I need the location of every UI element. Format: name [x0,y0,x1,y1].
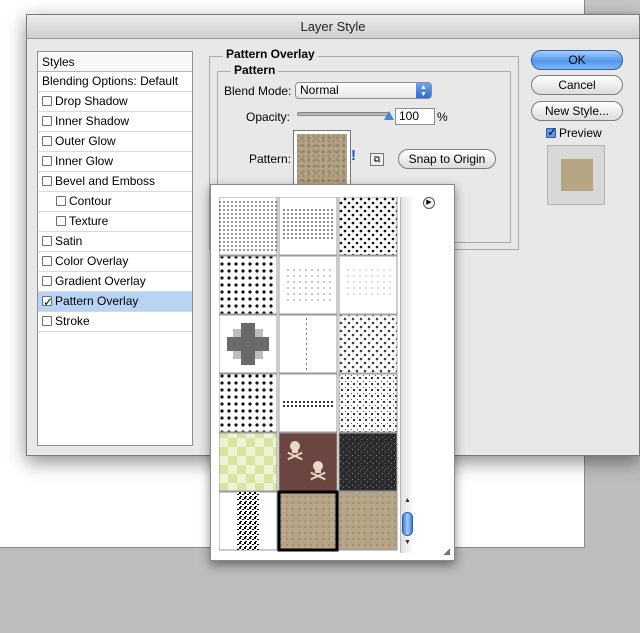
styles-header[interactable]: Styles [38,52,192,72]
snap-to-origin-button[interactable]: Snap to Origin [398,149,496,169]
styles-list: Styles Blending Options: Default Drop Sha… [37,51,193,446]
style-preview [547,145,605,205]
scroll-thumb[interactable] [402,512,413,536]
preview-checkbox[interactable] [546,125,557,139]
style-label: Contour [69,194,112,208]
style-checkbox[interactable] [42,176,52,186]
style-preview-thumbnail [561,159,593,191]
style-row[interactable]: Drop Shadow [38,92,192,112]
style-checkbox[interactable] [42,316,52,326]
pattern-tile[interactable] [343,269,393,299]
style-label: Bevel and Emboss [55,174,156,188]
style-checkbox[interactable] [42,256,52,266]
style-row[interactable]: Pattern Overlay [38,292,192,312]
opacity-unit: % [437,110,448,124]
style-row[interactable]: Blending Options: Default [38,72,192,92]
pattern-tile[interactable] [219,255,278,315]
style-row[interactable]: Contour [38,192,192,212]
pattern-tile[interactable] [338,432,398,492]
opacity-label: Opacity: [246,110,291,124]
section-title: Pattern Overlay [223,47,318,61]
pattern-tile[interactable] [237,492,259,550]
style-label: Color Overlay [55,254,129,268]
style-label: Blending Options: Default [42,74,179,88]
pattern-tile[interactable] [219,201,277,253]
new-style-button[interactable]: New Style... [531,101,623,121]
style-checkbox[interactable] [56,216,66,226]
pattern-tile[interactable] [338,197,398,256]
style-label: Pattern Overlay [55,294,139,308]
pattern-group-title: Pattern [231,63,279,77]
opacity-input[interactable]: 100 [395,108,435,125]
style-label: Outer Glow [55,134,116,148]
style-checkbox[interactable] [42,96,52,106]
cancel-button[interactable]: Cancel [531,75,623,95]
resize-grip-icon[interactable]: ◢ [443,546,450,557]
pattern-tile[interactable] [306,317,309,371]
style-checkbox[interactable] [42,236,52,246]
picker-menu-icon[interactable]: ▶ [423,197,435,209]
opacity-slider-thumb[interactable] [384,111,394,120]
style-label: Inner Shadow [55,114,130,128]
pattern-tile[interactable] [219,432,278,492]
dialog-title: Layer Style [27,15,639,39]
style-label: Drop Shadow [55,94,128,108]
style-checkbox[interactable] [56,196,66,206]
style-row[interactable]: Color Overlay [38,252,192,272]
style-label: Stroke [55,314,90,328]
blend-mode-select[interactable]: Normal ▲ ▼ [295,82,432,99]
pattern-tile[interactable] [283,399,333,407]
app-background [585,0,640,12]
scroll-up-icon[interactable]: ▲ [402,497,413,507]
style-row[interactable]: Inner Glow [38,152,192,172]
select-arrows-icon: ▲ ▼ [416,83,431,98]
style-checkbox[interactable] [42,276,52,286]
style-row[interactable]: Inner Shadow [38,112,192,132]
pattern-grid [219,197,399,553]
style-checkbox[interactable] [42,136,52,146]
style-label: Inner Glow [55,154,114,168]
pattern-tile[interactable] [283,267,333,303]
style-label: Satin [55,234,83,248]
style-checkbox[interactable] [42,156,52,166]
style-label: Texture [69,214,109,228]
style-checkbox[interactable] [42,293,53,312]
preview-label: Preview [559,126,602,140]
pattern-swatch-texture [297,134,347,184]
style-row[interactable]: Gradient Overlay [38,272,192,292]
pattern-tile[interactable] [219,373,278,433]
style-checkbox[interactable] [42,116,52,126]
pattern-picker-popup: ▲ ▼ ▶ ◢ [210,184,455,561]
pattern-dropdown-icon[interactable]: ! [351,147,356,164]
style-row[interactable]: Bevel and Emboss [38,172,192,192]
pattern-tile[interactable] [338,314,398,374]
pattern-tile[interactable] [281,209,335,239]
styles-rows: Blending Options: Default Drop Shadow Inne… [38,72,192,332]
blend-mode-label: Blend Mode: [224,84,292,98]
style-row[interactable]: Satin [38,232,192,252]
picker-scrollbar[interactable]: ▲ ▼ [400,197,413,553]
style-row[interactable]: Outer Glow [38,132,192,152]
pattern-tile[interactable] [278,432,338,492]
scroll-down-icon[interactable]: ▼ [402,539,413,549]
pattern-label: Pattern: [249,152,292,166]
preview-checkbox-row[interactable]: Preview [546,125,602,140]
pattern-tile[interactable] [338,491,398,551]
new-preset-icon[interactable]: ⧉ [370,153,384,166]
pattern-tile-selected[interactable] [277,490,339,552]
ok-button[interactable]: OK [531,50,623,70]
pattern-tile[interactable] [338,373,398,433]
pattern-tiles [219,197,398,552]
style-label: Gradient Overlay [55,274,146,288]
opacity-slider[interactable] [297,112,389,116]
blend-mode-value: Normal [300,83,339,97]
style-row[interactable]: Stroke [38,312,192,332]
style-row[interactable]: Texture [38,212,192,232]
pattern-swatch[interactable] [293,130,351,188]
